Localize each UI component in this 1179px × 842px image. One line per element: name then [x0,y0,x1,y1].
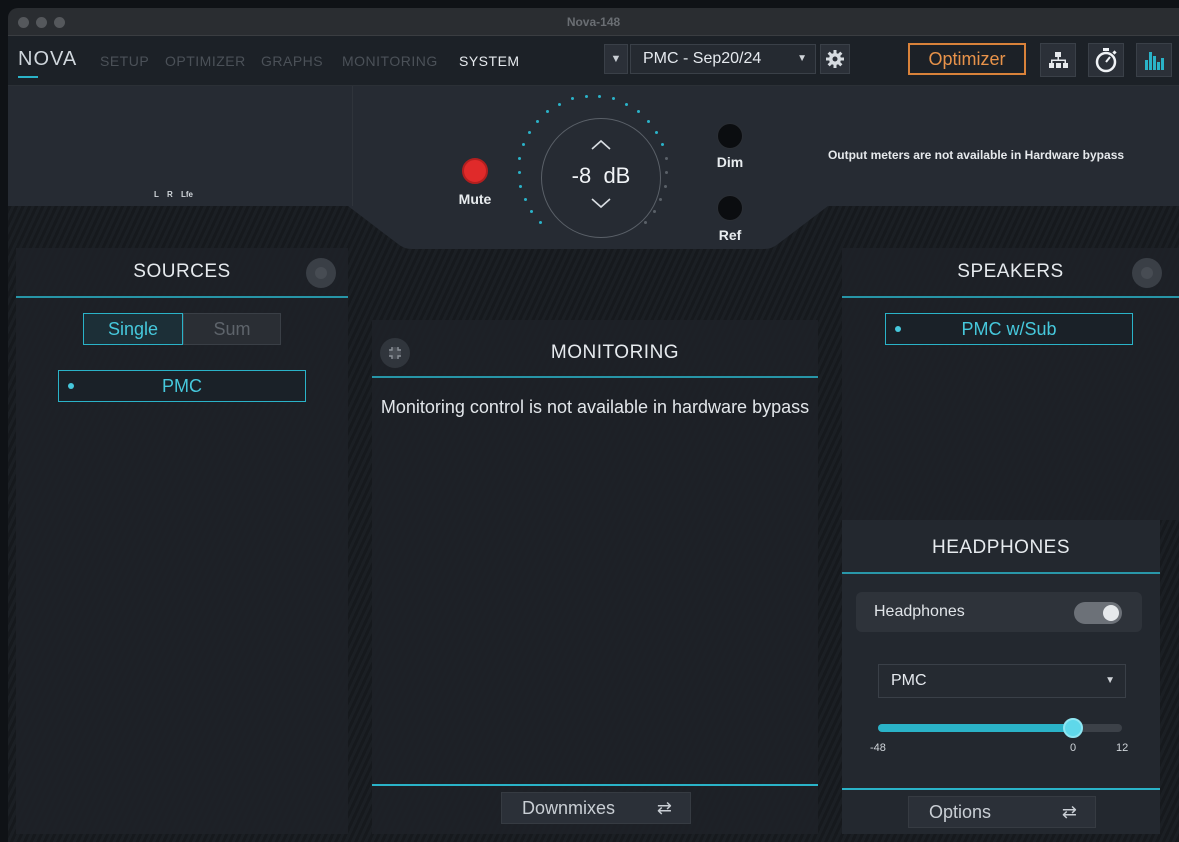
cycle-arrows-icon: ⇄ [656,798,672,818]
tab-system[interactable]: SYSTEM [459,53,520,69]
slider-fill [878,724,1074,732]
volume-level-dot [647,119,650,123]
bar-meter-icon [1145,52,1164,70]
meter-area: L R Lfe [8,86,353,206]
nova-logo[interactable]: NOVA [18,48,77,71]
monitoring-title: MONITORING [550,342,680,363]
meters-notice: Output meters are not available in Hardw… [827,148,1125,162]
mute-label: Mute [458,191,492,207]
volume-level-dot [539,220,543,224]
title-bar: Nova-148 [8,8,1179,36]
sources-panel: SOURCES Single Sum PMC [16,248,348,834]
monitoring-panel: MONITORING Monitoring control is not ava… [372,320,818,834]
monitoring-divider [372,376,818,378]
volume-level-dot [636,110,640,114]
main-nav: NOVA SETUP OPTIMIZER GRAPHS MONITORING S… [8,36,1179,86]
logo-underline [18,76,38,78]
tab-setup[interactable]: SETUP [100,53,149,69]
optimizer-button[interactable]: Optimizer [908,43,1026,75]
stopwatch-icon [1095,48,1117,73]
network-tree-icon [1049,52,1068,68]
headphones-toggle[interactable] [1074,602,1122,624]
headphones-footer: Options ⇄ [842,788,1160,834]
headphones-panel: HEADPHONES Headphones PMC ▼ -48 0 12 Opt… [842,520,1160,834]
volume-level-dot [643,220,647,224]
options-button[interactable]: Options ⇄ [908,796,1096,828]
volume-level-dot [535,119,539,123]
slider-zero-label: 0 [1070,742,1077,754]
volume-value: -8 [571,163,592,188]
preset-select[interactable]: PMC - Sep20/24 ▼ [630,44,816,74]
sources-settings-icon[interactable] [306,258,336,288]
slider-min-label: -48 [870,742,886,754]
speaker-item-label: PMC w/Sub [961,319,1057,339]
source-item-pmc[interactable]: PMC [58,370,306,402]
slider-max-label: 12 [1116,742,1129,754]
volume-level-dot [664,156,668,160]
headphones-title: HEADPHONES [931,537,1071,558]
speakers-divider [842,296,1179,298]
volume-level-dot [663,184,667,188]
volume-level-dot [652,210,656,214]
headphones-output-value: PMC [891,672,927,689]
meters-button[interactable] [1136,43,1172,77]
volume-level-dot [519,184,523,188]
dim-button[interactable] [717,123,743,149]
speakers-panel: SPEAKERS PMC w/Sub [842,248,1179,520]
network-button[interactable] [1040,43,1076,77]
dim-label: Dim [716,154,744,170]
volume-level-dot [517,170,521,174]
mute-button[interactable] [462,158,488,184]
meter-channel-labels: L R Lfe [154,190,193,199]
preset-settings-button[interactable] [820,44,850,74]
monitoring-footer: Downmixes ⇄ [372,784,818,832]
chevron-down-icon: ▼ [797,53,807,64]
window-title: Nova-148 [566,15,621,29]
downmixes-button[interactable]: Downmixes ⇄ [501,792,691,824]
monitoring-message: Monitoring control is not available in h… [380,397,810,417]
chevron-down-icon: ▼ [1105,675,1115,686]
cycle-arrows-icon: ⇄ [1061,802,1077,822]
headphones-output-select[interactable]: PMC ▼ [878,664,1126,698]
speakers-title: SPEAKERS [957,261,1064,282]
app-window: Nova-148 NOVA SETUP OPTIMIZER GRAPHS MON… [8,8,1179,842]
toggle-knob [1103,605,1119,621]
selected-dot-icon [68,383,74,389]
tab-graphs[interactable]: GRAPHS [261,53,323,69]
sources-divider [16,296,348,298]
volume-level-dot [527,130,531,134]
volume-level-dot [584,94,588,98]
downmixes-label: Downmixes [522,798,616,818]
slider-thumb[interactable] [1063,718,1084,738]
headphones-toggle-label: Headphones [874,603,965,620]
settings-gear-icon [826,50,844,68]
chevron-down-icon[interactable] [589,196,613,210]
ref-button[interactable] [717,195,743,221]
headphones-divider [842,572,1160,574]
headphones-toggle-row: Headphones [856,592,1142,632]
chevron-up-icon[interactable] [589,138,613,152]
tab-monitoring[interactable]: MONITORING [342,53,438,69]
source-item-label: PMC [162,376,202,396]
sum-mode-button[interactable]: Sum [183,313,281,345]
options-label: Options [929,802,992,822]
timer-button[interactable] [1088,43,1124,77]
preset-menu-button[interactable]: ▼ [604,44,628,74]
selected-dot-icon [895,326,901,332]
volume-level-dot [557,102,561,106]
volume-level-dot [625,102,629,106]
preset-value: PMC - Sep20/24 [643,50,762,67]
speaker-item-pmc-sub[interactable]: PMC w/Sub [885,313,1133,345]
volume-level-dot [523,197,527,201]
volume-readout: -8 dB [541,163,661,189]
volume-level-dot [530,210,534,214]
single-mode-button[interactable]: Single [83,313,183,345]
sources-title: SOURCES [133,261,231,282]
ref-label: Ref [718,227,742,243]
headphones-level-slider[interactable] [878,718,1122,738]
tab-optimizer[interactable]: OPTIMIZER [165,53,246,69]
volume-unit: dB [603,163,631,188]
speakers-settings-icon[interactable] [1132,258,1162,288]
